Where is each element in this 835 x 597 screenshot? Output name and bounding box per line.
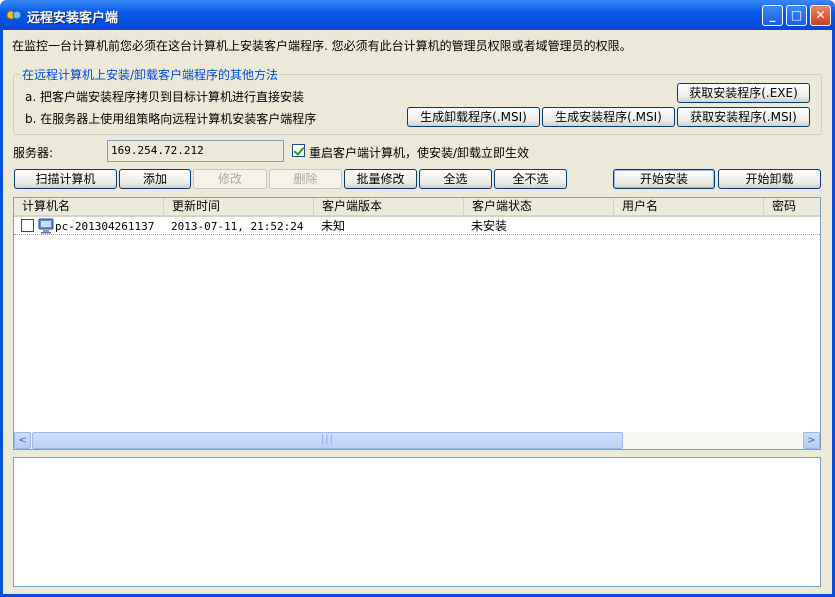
- start-uninstall-button[interactable]: 开始卸载: [718, 169, 821, 189]
- server-address-field[interactable]: 169.254.72.212: [107, 140, 284, 162]
- close-button[interactable]: ✕: [810, 5, 831, 26]
- minimize-button[interactable]: _: [762, 5, 783, 26]
- column-header-client-status[interactable]: 客户端状态: [464, 198, 614, 215]
- column-header-password[interactable]: 密码: [764, 198, 820, 215]
- cell-computer-name: pc-201304261137: [55, 220, 155, 233]
- cell-client-version: 未知: [321, 219, 346, 233]
- column-header-computer-name[interactable]: 计算机名: [14, 198, 164, 215]
- method-a-text: a. 把客户端安装程序拷贝到目标计算机进行直接安装: [25, 90, 304, 104]
- delete-button[interactable]: 删除: [269, 169, 342, 189]
- scroll-right-button[interactable]: >: [803, 432, 820, 449]
- table-row[interactable]: pc-201304261137 2013-07-11, 21:52:24 未知 …: [14, 218, 820, 235]
- horizontal-scrollbar[interactable]: < ||| >: [14, 432, 820, 449]
- title-bar[interactable]: 远程安装客户端 _ □ ✕: [0, 0, 835, 30]
- method-b-text: b. 在服务器上使用组策略向远程计算机安装客户端程序: [25, 112, 317, 126]
- scroll-thumb[interactable]: |||: [32, 432, 623, 449]
- scan-computers-button[interactable]: 扫描计算机: [14, 169, 117, 189]
- column-header-username[interactable]: 用户名: [614, 198, 764, 215]
- start-install-button[interactable]: 开始安装: [613, 169, 715, 189]
- computer-icon: [38, 218, 54, 234]
- select-none-button[interactable]: 全不选: [494, 169, 567, 189]
- column-header-client-version[interactable]: 客户端版本: [314, 198, 464, 215]
- cell-client-status: 未安装: [471, 219, 508, 233]
- get-msi-button[interactable]: 获取安装程序(.MSI): [677, 107, 810, 127]
- batch-edit-button[interactable]: 批量修改: [344, 169, 417, 189]
- restart-label: 重启客户端计算机，使安装/卸载立即生效: [309, 146, 530, 160]
- log-output-area[interactable]: [13, 457, 821, 587]
- restart-checkbox[interactable]: [292, 144, 305, 157]
- app-window: 远程安装客户端 _ □ ✕ 在监控一台计算机前您必须在这台计算机上安装客户端程序…: [0, 0, 835, 597]
- generate-uninstall-msi-button[interactable]: 生成卸载程序(.MSI): [407, 107, 540, 127]
- maximize-button[interactable]: □: [786, 5, 807, 26]
- notice-text: 在监控一台计算机前您必须在这台计算机上安装客户端程序. 您必须有此台计算机的管理…: [12, 39, 632, 53]
- add-button[interactable]: 添加: [119, 169, 191, 189]
- select-all-button[interactable]: 全选: [419, 169, 492, 189]
- column-header-update-time[interactable]: 更新时间: [164, 198, 314, 215]
- generate-install-msi-button[interactable]: 生成安装程序(.MSI): [542, 107, 675, 127]
- list-header: 计算机名 更新时间 客户端版本 客户端状态 用户名 密码: [14, 198, 820, 217]
- row-checkbox[interactable]: [21, 219, 34, 232]
- get-exe-button[interactable]: 获取安装程序(.EXE): [677, 83, 810, 103]
- computer-list[interactable]: 计算机名 更新时间 客户端版本 客户端状态 用户名 密码 pc-20130426…: [13, 197, 821, 450]
- edit-button[interactable]: 修改: [193, 169, 267, 189]
- scroll-left-button[interactable]: <: [14, 432, 31, 449]
- window-title: 远程安装客户端: [27, 11, 119, 26]
- cell-update-time: 2013-07-11, 21:52:24: [171, 220, 304, 233]
- other-methods-legend: 在远程计算机上安装/卸载客户端程序的其他方法: [20, 66, 281, 83]
- server-label: 服务器:: [13, 146, 54, 160]
- client-area: 在监控一台计算机前您必须在这台计算机上安装客户端程序. 您必须有此台计算机的管理…: [3, 30, 832, 594]
- app-icon: [6, 10, 22, 20]
